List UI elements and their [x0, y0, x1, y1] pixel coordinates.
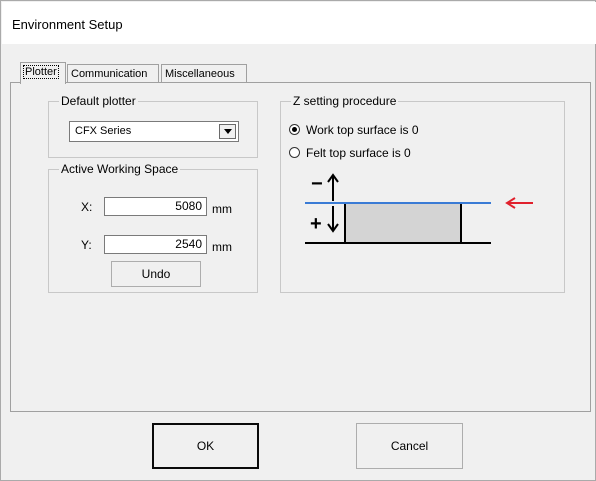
radio-selected-dot	[292, 127, 297, 132]
default-plotter-select[interactable]: CFX Series	[69, 121, 239, 142]
radio-work-top-circle[interactable]	[289, 124, 300, 135]
tab-miscellaneous-label: Miscellaneous	[165, 68, 235, 80]
window-title: Environment Setup	[12, 17, 123, 32]
x-unit-label: mm	[212, 202, 232, 216]
default-plotter-group-label: Default plotter	[59, 94, 138, 108]
y-input[interactable]: 2540	[104, 235, 207, 254]
tab-communication[interactable]: Communication	[67, 64, 159, 84]
z-setting-group: Z setting procedure Work top surface is …	[280, 94, 565, 293]
tab-miscellaneous[interactable]: Miscellaneous	[161, 64, 247, 84]
y-label: Y:	[81, 238, 92, 252]
tab-plotter[interactable]: Plotter	[20, 62, 66, 84]
y-unit-label: mm	[212, 240, 232, 254]
chevron-down-icon	[224, 129, 232, 134]
cancel-button[interactable]: Cancel	[356, 423, 463, 469]
radio-felt-top-label: Felt top surface is 0	[306, 146, 411, 160]
radio-work-top-label: Work top surface is 0	[306, 123, 419, 137]
work-block	[344, 202, 462, 244]
working-space-group-label: Active Working Space	[59, 162, 181, 176]
active-working-space-group: Active Working Space X: 5080 mm Y: 2540 …	[48, 162, 258, 293]
x-label: X:	[81, 200, 93, 214]
tab-plotter-label: Plotter	[23, 65, 59, 79]
z-setting-group-label: Z setting procedure	[291, 94, 399, 108]
plotter-tab-panel: Default plotter CFX Series Active Workin…	[10, 82, 591, 412]
undo-button[interactable]: Undo	[111, 261, 201, 287]
radio-felt-top-circle[interactable]	[289, 147, 300, 158]
z-setting-diagram: − +	[305, 173, 533, 244]
plus-sign: +	[310, 213, 322, 235]
x-input[interactable]: 5080	[104, 197, 207, 216]
default-plotter-selected-value: CFX Series	[75, 125, 132, 137]
minus-sign: −	[311, 173, 323, 195]
default-plotter-group: Default plotter CFX Series	[48, 94, 258, 158]
radio-work-top[interactable]: Work top surface is 0	[289, 122, 489, 138]
ok-button[interactable]: OK	[152, 423, 259, 469]
radio-felt-top[interactable]: Felt top surface is 0	[289, 145, 489, 161]
dropdown-button[interactable]	[219, 124, 236, 139]
tab-communication-label: Communication	[71, 68, 148, 80]
title-bar: Environment Setup	[2, 2, 596, 44]
environment-setup-dialog: Environment Setup Plotter Communication …	[0, 0, 596, 481]
